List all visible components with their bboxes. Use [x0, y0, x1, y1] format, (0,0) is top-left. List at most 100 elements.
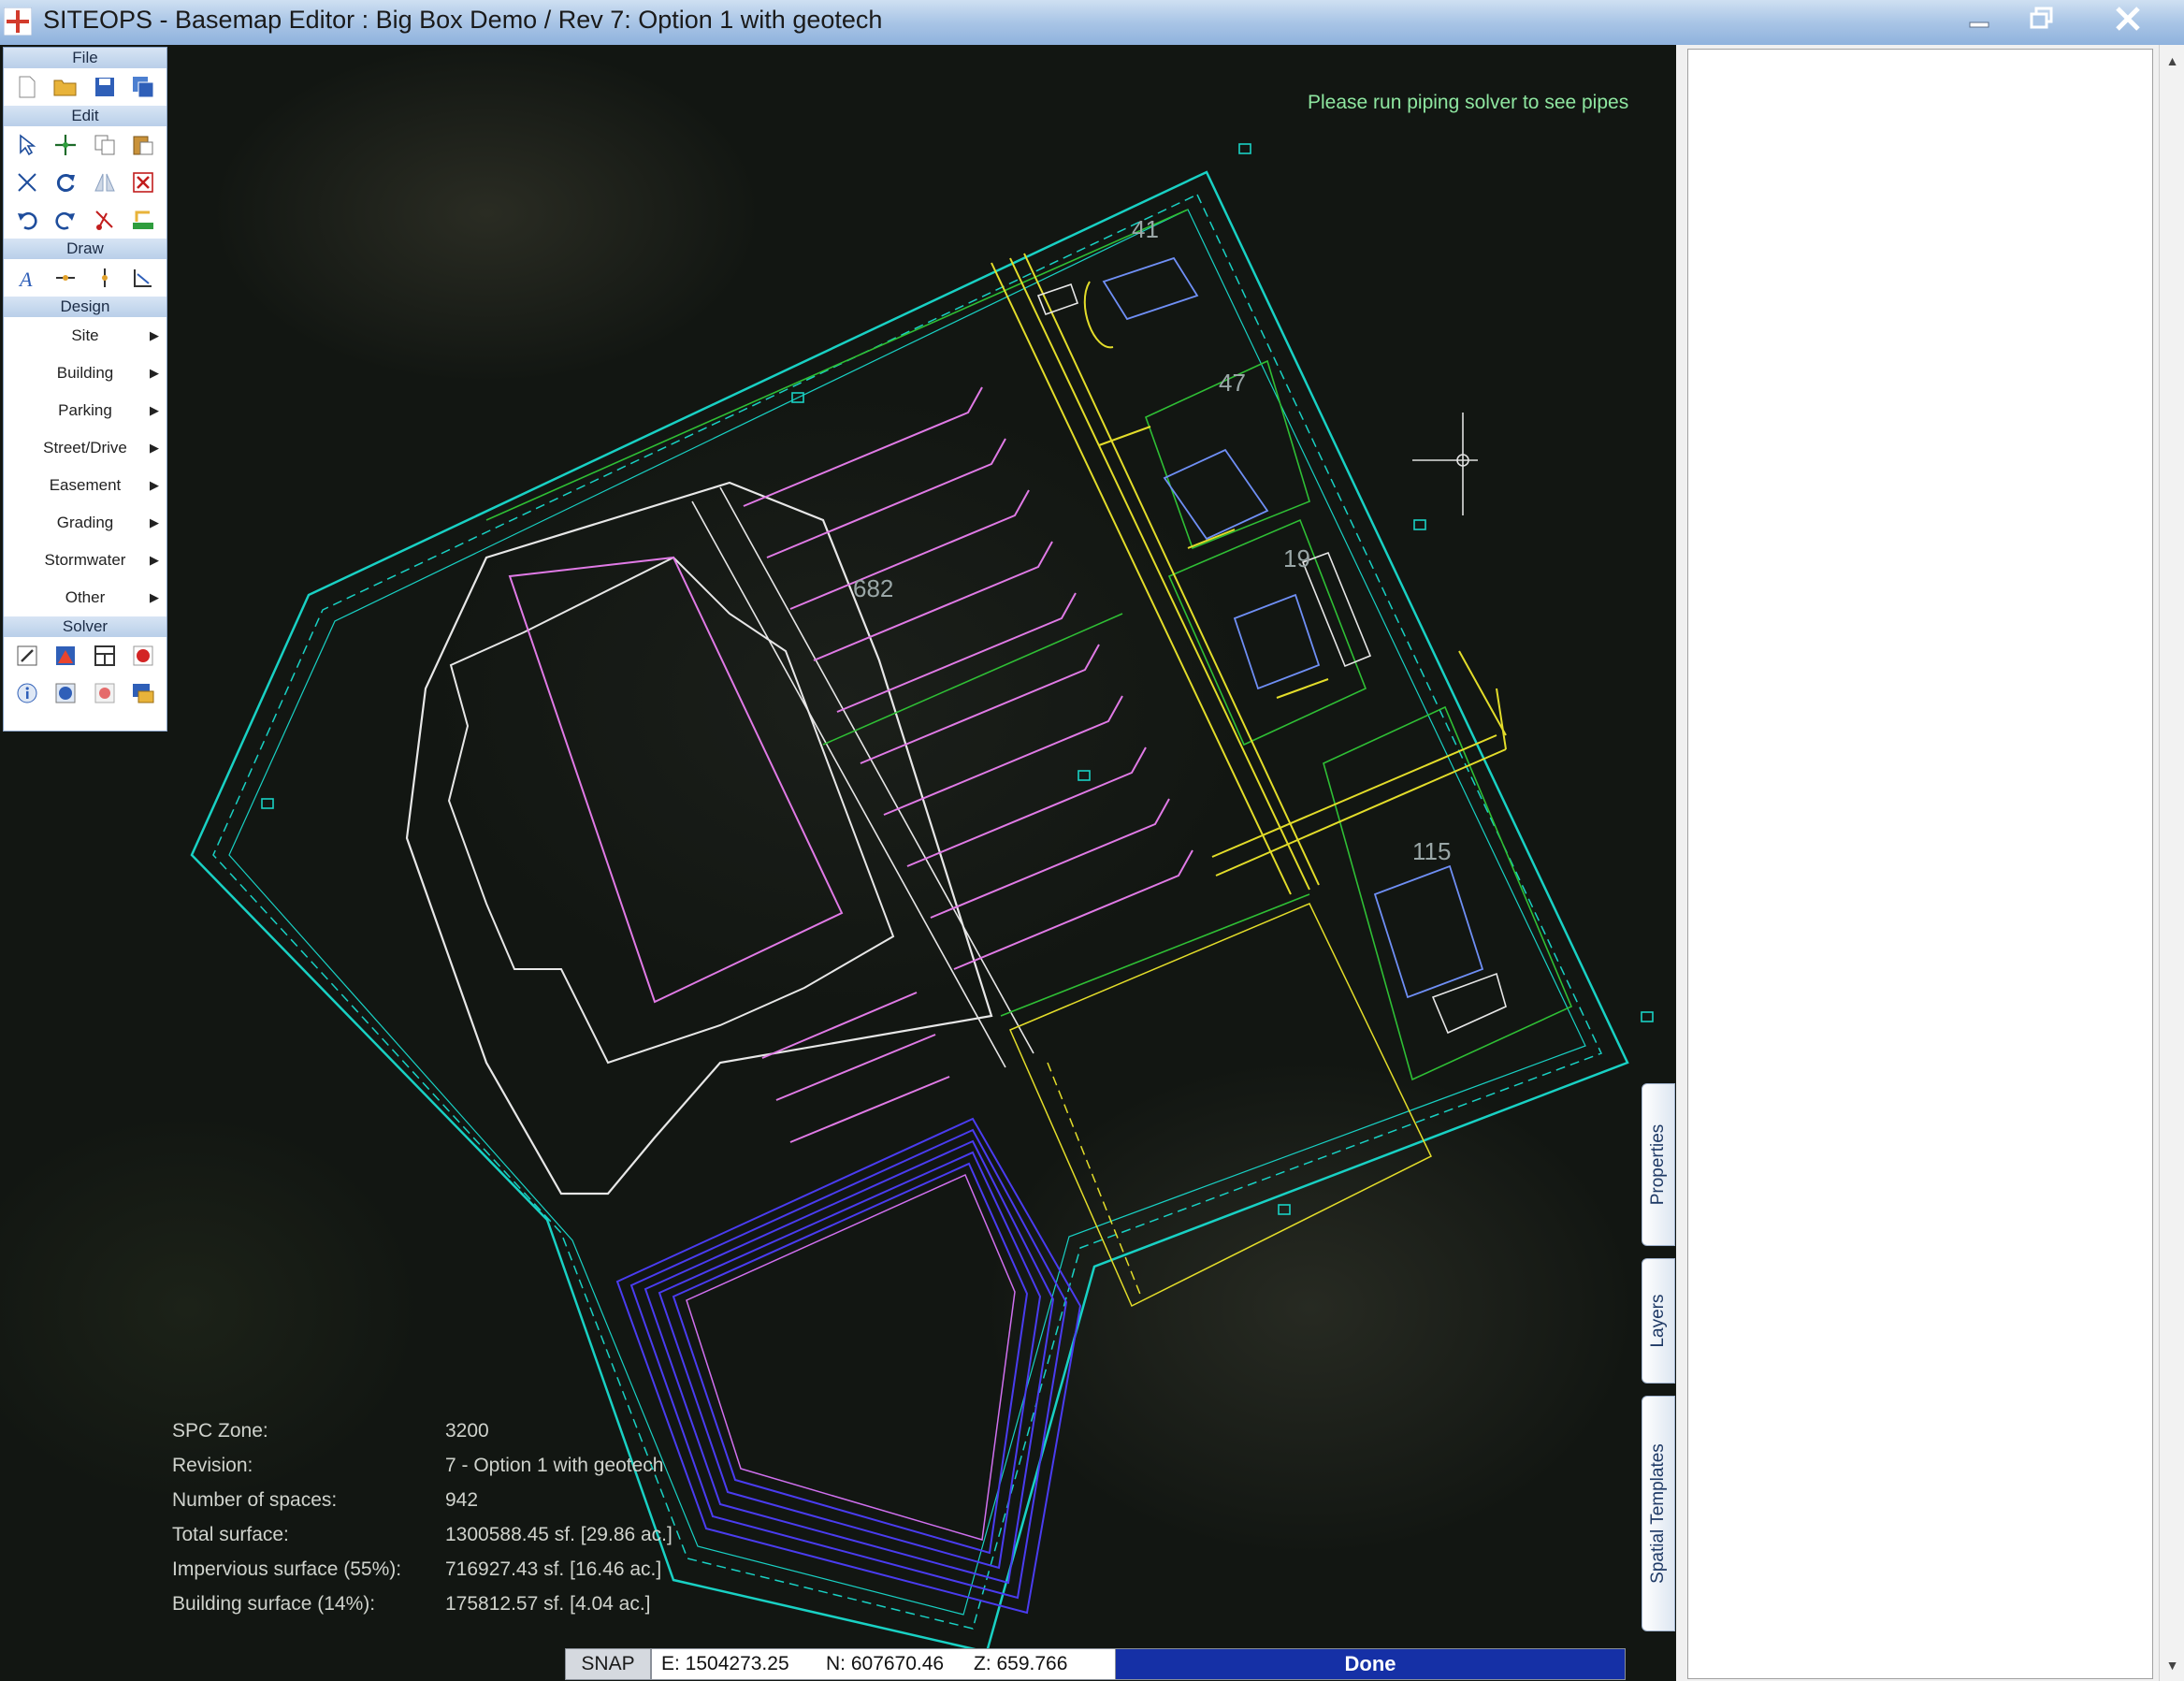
report-button[interactable] [129, 679, 157, 707]
cursor-crosshair [1412, 413, 1478, 515]
design-menu: Site ▶ Building ▶ Parking ▶ Street/Drive ▶ Easem… [4, 317, 166, 616]
window-title: SITEOPS - Basemap Editor : Big Box Demo … [43, 6, 883, 34]
scale-button[interactable] [13, 168, 41, 196]
stat-value: 942 [445, 1489, 479, 1511]
select-button[interactable] [13, 131, 41, 159]
snap-toggle-button[interactable]: SNAP [565, 1648, 651, 1680]
rotate-icon [57, 174, 76, 192]
submenu-arrow-icon: ▶ [150, 441, 159, 455]
submenu-arrow-icon: ▶ [150, 515, 159, 529]
chart-button[interactable] [51, 642, 80, 670]
delete-icon [133, 172, 154, 193]
grid-button[interactable] [91, 642, 119, 670]
vertical-line-icon [101, 268, 108, 287]
menu-item-label: Easement [49, 476, 122, 494]
line-tool-button[interactable] [51, 264, 80, 292]
stat-row: Impervious surface (55%): 716927.43 sf. [… [172, 1558, 846, 1593]
design-menu-item-other[interactable]: Other ▶ [4, 579, 166, 616]
stat-label: Number of spaces: [172, 1489, 338, 1511]
menu-item-label: Building [56, 364, 114, 382]
info-button[interactable] [13, 679, 41, 707]
edit-tools-row [4, 201, 166, 239]
stop-button[interactable] [91, 679, 119, 707]
menu-item-label: Site [71, 326, 99, 344]
restore-icon [2030, 7, 2053, 29]
stat-row: SPC Zone: 3200 [172, 1420, 846, 1455]
scroll-down-icon[interactable]: ▼ [2160, 1653, 2184, 1677]
tool-palette: File Edit Draw A Design Site ▶ Building ▶ Pa… [3, 47, 167, 732]
stat-value: 716927.43 sf. [16.46 ac.] [445, 1558, 662, 1580]
close-button[interactable] [2095, 0, 2161, 37]
open-folder-icon [53, 80, 77, 96]
open-button[interactable] [51, 73, 80, 101]
stat-row: Building surface (14%): 175812.57 sf. [4.… [172, 1593, 846, 1628]
solver-tools-row [4, 637, 166, 674]
tab-properties[interactable]: Properties [1642, 1083, 1675, 1246]
design-menu-item-site[interactable]: Site ▶ [4, 317, 166, 355]
draw-tools-row: A [4, 259, 166, 297]
vertical-line-tool-button[interactable] [91, 264, 119, 292]
vertical-scrollbar[interactable]: ▲ ▼ [2159, 45, 2184, 1681]
parking-count-label: 19 [1283, 544, 1310, 572]
globe-icon [55, 683, 76, 703]
file-tools [4, 68, 166, 106]
coordinate-readout: E: 1504273.25 N: 607670.46 Z: 659.766 [651, 1648, 1117, 1680]
edit-tools-row [4, 126, 166, 164]
submenu-arrow-icon: ▶ [150, 328, 159, 342]
save-as-icon [133, 77, 154, 98]
dimension-tool-button[interactable] [129, 264, 157, 292]
tab-layers[interactable]: Layers [1642, 1258, 1675, 1384]
restore-button[interactable] [2011, 0, 2073, 37]
drive-aisles [991, 253, 1507, 1308]
chart-icon [56, 646, 76, 665]
submenu-arrow-icon: ▶ [150, 553, 159, 567]
siteops-app-icon [4, 7, 32, 36]
edit-solver-button[interactable] [13, 642, 41, 670]
undo-button[interactable] [13, 206, 41, 234]
record-button[interactable] [129, 642, 157, 670]
stat-value: 1300588.45 sf. [29.86 ac.] [445, 1524, 673, 1545]
scroll-up-icon[interactable]: ▲ [2160, 49, 2184, 73]
parking-count-label: 47 [1219, 369, 1246, 397]
design-menu-item-street-drive[interactable]: Street/Drive ▶ [4, 429, 166, 467]
design-menu-item-stormwater[interactable]: Stormwater ▶ [4, 542, 166, 579]
globe-button[interactable] [51, 679, 80, 707]
design-menu-item-easement[interactable]: Easement ▶ [4, 467, 166, 504]
offset-button[interactable] [129, 206, 157, 234]
copy-button[interactable] [91, 131, 119, 159]
delete-button[interactable] [129, 168, 157, 196]
design-menu-item-parking[interactable]: Parking ▶ [4, 392, 166, 429]
offset-icon [133, 210, 154, 229]
section-draw: Draw [4, 239, 166, 259]
submenu-arrow-icon: ▶ [150, 590, 159, 604]
stat-label: Building surface (14%): [172, 1593, 376, 1615]
trim-button[interactable] [91, 206, 119, 234]
elevation-value: Z: 659.766 [974, 1653, 1068, 1674]
easting-value: E: 1504273.25 [661, 1653, 789, 1674]
tab-spatial-templates[interactable]: Spatial Templates [1642, 1396, 1675, 1631]
save-as-button[interactable] [129, 73, 157, 101]
save-button[interactable] [91, 73, 119, 101]
minimize-button[interactable] [1948, 0, 2010, 37]
paste-button[interactable] [129, 131, 157, 159]
text-tool-button[interactable]: A [13, 264, 41, 292]
submenu-arrow-icon: ▶ [150, 478, 159, 492]
stat-value: 175812.57 sf. [4.04 ac.] [445, 1593, 651, 1615]
anchor-building [405, 481, 993, 1196]
new-file-button[interactable] [13, 73, 41, 101]
move-button[interactable] [51, 131, 80, 159]
redo-button[interactable] [51, 206, 80, 234]
section-solver: Solver [4, 616, 166, 637]
close-icon [2116, 7, 2140, 31]
mirror-button[interactable] [91, 168, 119, 196]
minimize-icon [1969, 22, 1989, 28]
basemap-canvas[interactable]: 41 47 19 115 682 Please run piping solve… [0, 45, 1676, 1681]
menu-item-label: Other [65, 588, 106, 606]
design-menu-item-grading[interactable]: Grading ▶ [4, 504, 166, 542]
tab-label: Layers [1648, 1294, 1668, 1348]
properties-panel: ▲ ▼ [1676, 45, 2184, 1681]
rotate-button[interactable] [51, 168, 80, 196]
design-menu-item-building[interactable]: Building ▶ [4, 355, 166, 392]
stat-label: Total surface: [172, 1524, 289, 1545]
menu-item-label: Street/Drive [43, 439, 127, 456]
